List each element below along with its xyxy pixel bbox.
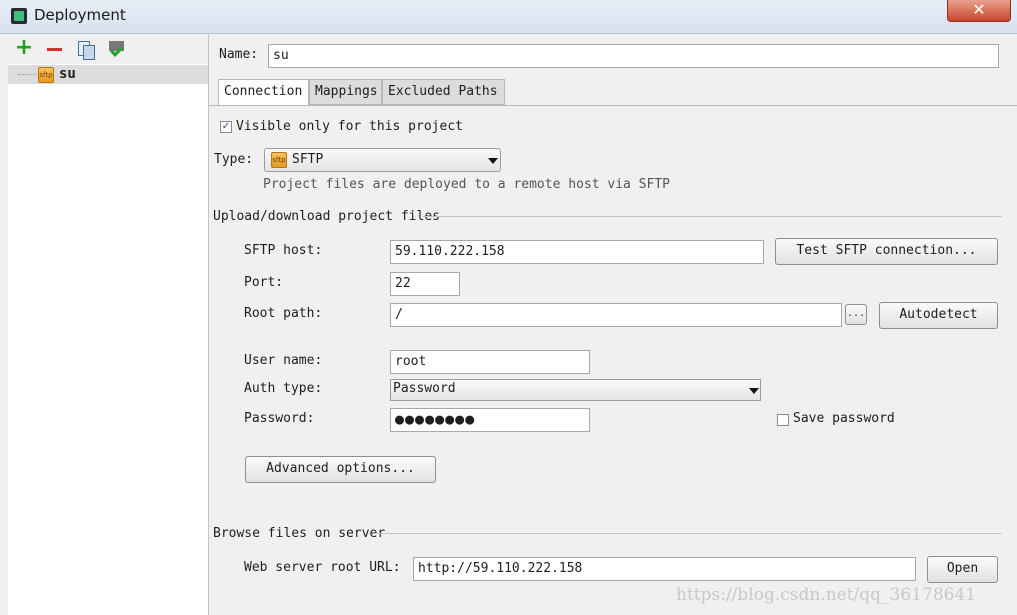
type-hint: Project files are deployed to a remote h… bbox=[263, 177, 670, 192]
server-list-item-su[interactable]: sftp su bbox=[8, 65, 208, 84]
test-connection-button[interactable]: Test SFTP connection... bbox=[775, 238, 998, 265]
tab-divider bbox=[209, 105, 1017, 106]
visible-only-label[interactable]: Visible only for this project bbox=[236, 119, 463, 134]
user-name-label: User name: bbox=[244, 353, 323, 368]
name-label: Name: bbox=[219, 47, 259, 62]
port-input[interactable]: 22 bbox=[390, 272, 460, 296]
root-path-input[interactable]: / bbox=[390, 303, 842, 327]
use-as-default-icon[interactable] bbox=[106, 39, 128, 59]
section-divider bbox=[373, 533, 1002, 534]
server-name: su bbox=[59, 66, 76, 82]
type-label: Type: bbox=[214, 152, 254, 167]
tab-connection[interactable]: Connection bbox=[218, 79, 309, 106]
tab-mappings[interactable]: Mappings bbox=[309, 79, 382, 105]
title-bar: Deployment ✕ bbox=[0, 0, 1017, 34]
tab-excluded-paths[interactable]: Excluded Paths bbox=[382, 79, 505, 105]
auth-type-value: Password bbox=[393, 381, 456, 396]
open-button[interactable]: Open bbox=[927, 556, 998, 583]
password-input[interactable]: ●●●●●●●● bbox=[390, 408, 590, 432]
save-password-label[interactable]: Save password bbox=[793, 411, 895, 426]
browse-button[interactable]: ... bbox=[845, 304, 867, 325]
close-button[interactable]: ✕ bbox=[947, 0, 1011, 22]
sftp-icon: sftp bbox=[38, 67, 54, 83]
add-icon[interactable]: + bbox=[13, 37, 35, 59]
app-icon bbox=[11, 8, 27, 24]
auth-type-dropdown[interactable]: Password bbox=[390, 379, 761, 401]
tree-connector bbox=[18, 74, 36, 75]
copy-icon[interactable] bbox=[75, 39, 97, 60]
port-label: Port: bbox=[244, 275, 284, 290]
advanced-options-button[interactable]: Advanced options... bbox=[245, 456, 436, 483]
chevron-down-icon bbox=[749, 388, 759, 394]
server-list-panel: + sftp su bbox=[8, 34, 209, 615]
type-value: SFTP bbox=[292, 152, 324, 167]
sftp-host-label: SFTP host: bbox=[244, 243, 323, 258]
auth-type-label: Auth type: bbox=[244, 381, 323, 396]
password-label: Password: bbox=[244, 411, 315, 426]
chevron-down-icon bbox=[488, 158, 498, 164]
autodetect-button[interactable]: Autodetect bbox=[879, 302, 998, 329]
watermark: https://blog.csdn.net/qq_36178641 bbox=[676, 585, 977, 605]
server-list-toolbar: + bbox=[8, 34, 208, 64]
save-password-checkbox[interactable] bbox=[777, 414, 789, 426]
upload-section-title: Upload/download project files bbox=[213, 209, 440, 224]
window-title: Deployment bbox=[34, 6, 126, 24]
web-server-url-input[interactable]: http://59.110.222.158 bbox=[413, 557, 916, 581]
user-name-input[interactable]: root bbox=[390, 350, 590, 374]
browse-section-title: Browse files on server bbox=[213, 526, 386, 541]
web-server-url-label: Web server root URL: bbox=[244, 560, 401, 575]
visible-only-checkbox[interactable]: ✓ bbox=[220, 121, 232, 133]
root-path-label: Root path: bbox=[244, 306, 323, 321]
section-divider bbox=[423, 216, 1002, 217]
sftp-icon: sftp bbox=[271, 152, 287, 168]
remove-icon[interactable] bbox=[44, 39, 66, 59]
type-dropdown[interactable]: sftp SFTP bbox=[264, 148, 501, 172]
name-input[interactable]: su bbox=[268, 44, 999, 68]
sftp-host-input[interactable]: 59.110.222.158 bbox=[390, 240, 764, 264]
